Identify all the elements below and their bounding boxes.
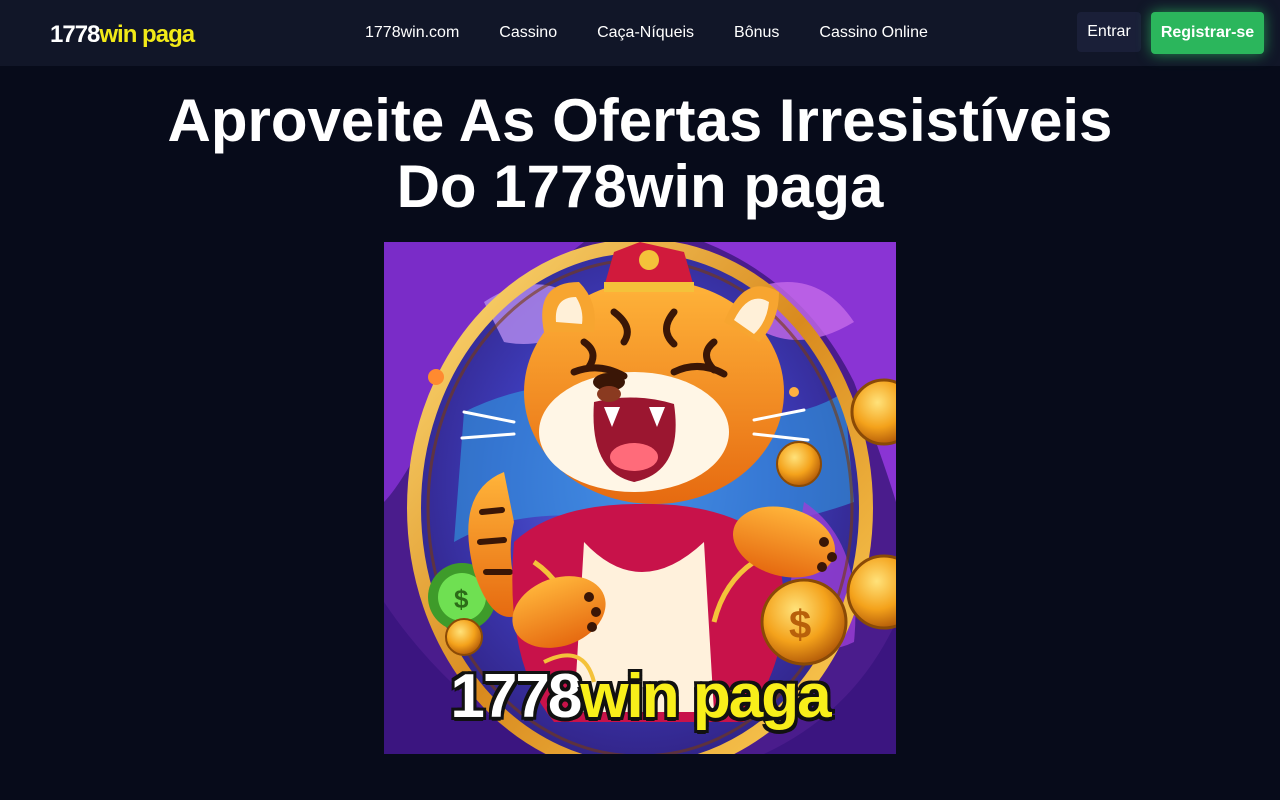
register-button[interactable]: Registrar-se — [1151, 12, 1264, 54]
site-logo[interactable]: 1778win paga — [50, 20, 195, 50]
nav-link-cassino[interactable]: Cassino — [479, 24, 577, 42]
nav-link-bonus[interactable]: Bônus — [714, 24, 799, 42]
logo-text-number: 1778 — [50, 21, 100, 48]
banner-caption: 1778win paga — [384, 662, 896, 732]
main-nav: 1778win.com Cassino Caça-Níqueis Bônus C… — [345, 0, 948, 66]
nav-link-cassino-online[interactable]: Cassino Online — [799, 24, 948, 42]
nav-link-caca-niqueis[interactable]: Caça-Níqueis — [577, 24, 714, 42]
login-button[interactable]: Entrar — [1077, 12, 1141, 52]
page-title: Aproveite As Ofertas Irresistíveis Do 17… — [0, 88, 1280, 220]
hero-banner: $ $ 1778win paga — [384, 242, 896, 754]
banner-caption-number: 1778 — [450, 662, 582, 731]
banner-caption-word: win paga — [580, 662, 831, 731]
top-navbar: 1778win paga 1778win.com Cassino Caça-Ní… — [0, 0, 1280, 66]
svg-text:$: $ — [789, 603, 811, 647]
page-title-line1: Aproveite As Ofertas Irresistíveis — [167, 87, 1113, 154]
nav-link-home[interactable]: 1778win.com — [345, 24, 479, 42]
logo-text-word: win paga — [99, 21, 195, 48]
svg-text:$: $ — [454, 584, 469, 614]
page-title-line2: Do 1778win paga — [396, 153, 884, 220]
